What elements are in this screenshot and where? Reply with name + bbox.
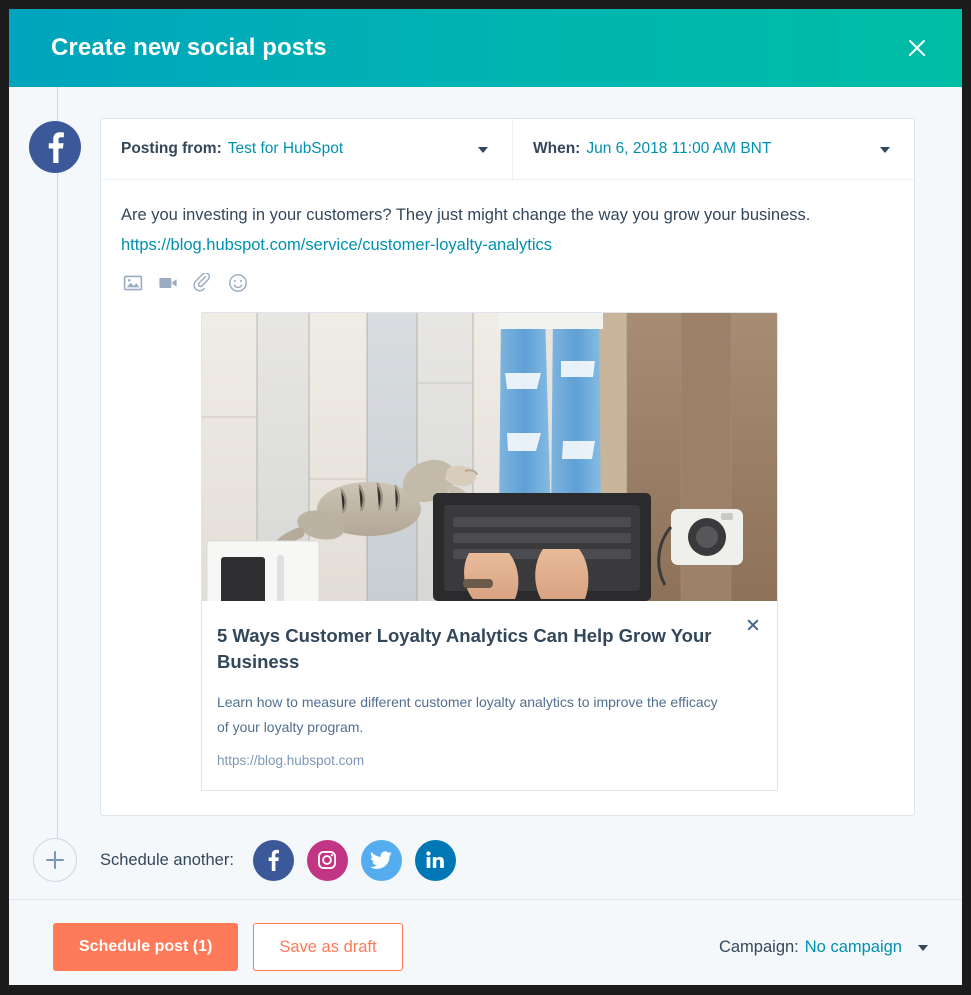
instagram-icon[interactable]	[306, 839, 348, 881]
message-link[interactable]: https://blog.hubspot.com/service/custome…	[121, 236, 553, 256]
message-text: Are you investing in your customers? The…	[121, 206, 811, 224]
modal-header: Create new social posts	[9, 9, 962, 87]
when-label: When:	[533, 140, 581, 157]
video-icon[interactable]	[158, 273, 178, 293]
twitter-icon[interactable]	[360, 839, 402, 881]
schedule-post-button[interactable]: Schedule post (1)	[53, 923, 239, 971]
social-composer-modal: Create new social posts Posting from: Te…	[0, 0, 971, 995]
notebook	[206, 540, 320, 601]
chevron-down-icon	[918, 945, 928, 951]
add-post-button[interactable]	[32, 838, 77, 882]
link-preview-url: https://blog.hubspot.com	[217, 753, 365, 768]
close-icon[interactable]	[900, 31, 934, 65]
link-preview-card: 5 Ways Customer Loyalty Analytics Can He…	[201, 312, 778, 791]
link-preview-description: Learn how to measure different customer …	[217, 694, 718, 735]
attachment-icon[interactable]	[193, 273, 213, 293]
modal-footer: Schedule post (1) Save as draft Campaign…	[9, 899, 962, 985]
image-icon[interactable]	[123, 273, 143, 293]
post-message-input[interactable]: Are you investing in your customers? The…	[121, 200, 861, 260]
avatar-column	[9, 118, 100, 173]
facebook-icon[interactable]	[252, 839, 294, 881]
emoji-icon[interactable]	[228, 273, 248, 293]
when-value: Jun 6, 2018 11:00 AM BNT	[586, 140, 772, 157]
campaign-value: No campaign	[804, 937, 902, 956]
link-preview-image	[202, 313, 777, 601]
chevron-down-icon	[478, 147, 488, 153]
save-as-draft-button[interactable]: Save as draft	[253, 923, 403, 971]
remove-preview-icon[interactable]	[743, 615, 763, 635]
campaign-selector[interactable]: Campaign: No campaign	[719, 938, 934, 957]
compose-area: Are you investing in your customers? The…	[101, 180, 914, 293]
page-title: Create new social posts	[51, 34, 327, 61]
posting-from-label: Posting from:	[121, 140, 222, 157]
add-post-column	[9, 838, 100, 882]
modal-body: Posting from: Test for HubSpot When: Jun…	[9, 87, 962, 899]
posting-from-value: Test for HubSpot	[227, 140, 344, 157]
post-composer-row: Posting from: Test for HubSpot When: Jun…	[9, 87, 962, 816]
link-preview-body: 5 Ways Customer Loyalty Analytics Can He…	[202, 601, 777, 790]
post-card: Posting from: Test for HubSpot When: Jun…	[100, 118, 915, 816]
campaign-label: Campaign:	[718, 937, 799, 956]
schedule-another-label: Schedule another:	[100, 850, 234, 869]
chevron-down-icon	[880, 147, 890, 153]
link-preview-title: 5 Ways Customer Loyalty Analytics Can He…	[217, 625, 712, 672]
social-network-list	[252, 839, 456, 881]
post-meta-bar: Posting from: Test for HubSpot When: Jun…	[101, 119, 914, 180]
compose-toolbar	[121, 260, 894, 293]
posting-from-selector[interactable]: Posting from: Test for HubSpot	[101, 119, 513, 179]
facebook-avatar	[28, 121, 81, 173]
when-selector[interactable]: When: Jun 6, 2018 11:00 AM BNT	[513, 119, 914, 179]
schedule-another-row: Schedule another:	[9, 816, 962, 890]
linkedin-icon[interactable]	[414, 839, 456, 881]
